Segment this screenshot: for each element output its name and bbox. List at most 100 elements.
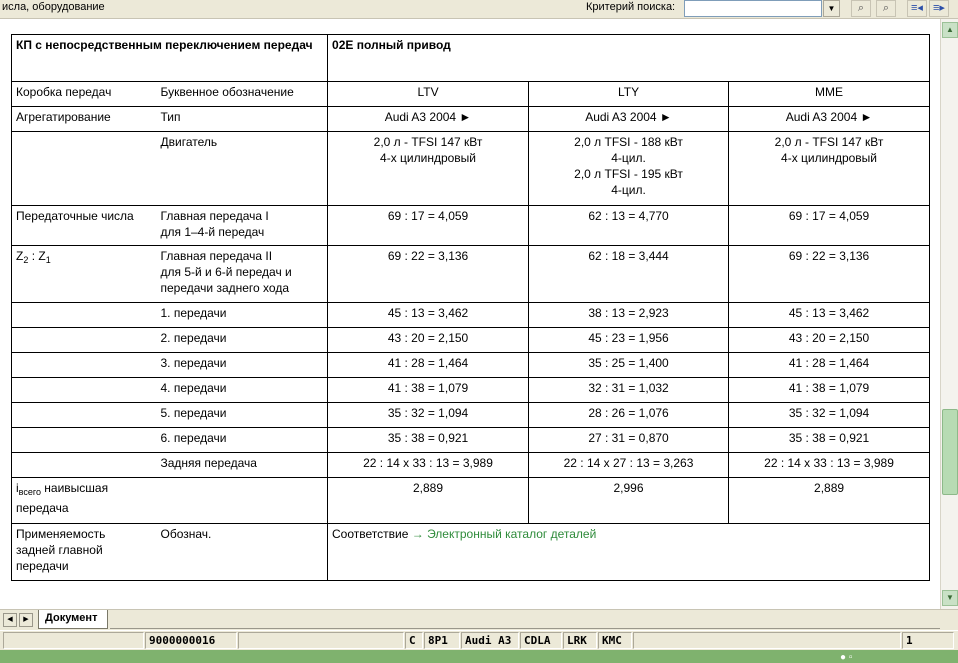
tab-next-button[interactable]: ▶ bbox=[19, 613, 33, 627]
search-criteria-input[interactable] bbox=[684, 0, 822, 17]
ratio-value: 69 : 22 = 3,136 bbox=[728, 245, 931, 303]
engine-value: 2,0 л - TFSI 147 кВт 4-х цилиндровый bbox=[728, 131, 931, 206]
tab-document[interactable]: Документ bbox=[38, 610, 109, 629]
ratio-value: 45 : 23 = 1,956 bbox=[528, 327, 730, 353]
find-button[interactable]: ⌕ bbox=[851, 0, 871, 17]
table-row: Передаточные числа Главная передача I дл… bbox=[11, 205, 931, 246]
tab-prev-button[interactable]: ◀ bbox=[3, 613, 17, 627]
ratio-value: 43 : 20 = 2,150 bbox=[327, 327, 530, 353]
list-back-icon: ≡◂ bbox=[911, 2, 923, 14]
ratio-value: 62 : 13 = 4,770 bbox=[528, 205, 730, 246]
row-sublabel: 5. передачи bbox=[156, 402, 329, 428]
status-empty bbox=[3, 632, 144, 649]
scroll-down-button[interactable]: ▼ bbox=[942, 590, 958, 606]
gearbox-code: LTV bbox=[327, 81, 530, 107]
tray-icon: ● ▫ bbox=[840, 652, 853, 663]
table-row: 4. передачи 41 : 38 = 1,079 32 : 31 = 1,… bbox=[11, 377, 931, 403]
status-empty bbox=[238, 632, 404, 649]
table-row: 5. передачи 35 : 32 = 1,094 28 : 26 = 1,… bbox=[11, 402, 931, 428]
nav-back-button[interactable]: ≡◂ bbox=[907, 0, 927, 17]
find-next-button[interactable]: ⌕ bbox=[876, 0, 896, 17]
arrow-up-icon: ▲ bbox=[946, 25, 954, 34]
table-row: Применяемость задней главной передачи Об… bbox=[11, 523, 931, 581]
status-field: Audi A3 bbox=[461, 632, 519, 649]
ratio-value: 27 : 31 = 0,870 bbox=[528, 427, 730, 453]
row-sublabel: Обознач. bbox=[156, 523, 329, 581]
row-sublabel: 4. передачи bbox=[156, 377, 329, 403]
search-label: Критерий поиска: bbox=[586, 1, 676, 13]
list-forward-icon: ≡▸ bbox=[933, 2, 945, 14]
header-gearbox-type: КП с непосредственным переключением пере… bbox=[10, 34, 329, 82]
vehicle-type-link[interactable]: Audi A3 2004 ► bbox=[327, 106, 530, 132]
ratio-value: 38 : 13 = 2,923 bbox=[528, 302, 730, 328]
scroll-thumb[interactable] bbox=[942, 409, 958, 495]
row-sublabel: 1. передачи bbox=[156, 302, 329, 328]
scroll-up-button[interactable]: ▲ bbox=[942, 22, 958, 38]
total-ratio-value: 2,889 bbox=[327, 477, 530, 524]
divider bbox=[110, 628, 940, 629]
arrow-down-icon: ▼ bbox=[946, 593, 954, 602]
status-field: 8P1 bbox=[424, 632, 460, 649]
row-label: Агрегатирование bbox=[11, 106, 157, 132]
row-sublabel: Главная передача I для 1–4-й передач bbox=[156, 205, 329, 246]
ratio-value: 32 : 31 = 1,032 bbox=[528, 377, 730, 403]
ratio-value: 69 : 17 = 4,059 bbox=[728, 205, 931, 246]
chevron-down-icon: ▼ bbox=[827, 4, 836, 13]
status-bar: 9000000016 C 8P1 Audi A3 CDLA LRK KMC 1 bbox=[0, 630, 958, 650]
system-tray: ● ▫ bbox=[840, 652, 852, 663]
binoculars-next-icon: ⌕ bbox=[882, 2, 890, 14]
row-sublabel: Двигатель bbox=[156, 131, 329, 206]
search-dropdown-button[interactable]: ▼ bbox=[823, 0, 840, 17]
ratio-value: 45 : 13 = 3,462 bbox=[327, 302, 530, 328]
taskbar: ● ▫ bbox=[0, 650, 958, 663]
binoculars-icon: ⌕ bbox=[857, 2, 865, 14]
sheet-tabs-bar: ◀ ▶ Документ bbox=[0, 609, 958, 630]
section-title: исла, оборудование bbox=[2, 1, 105, 13]
status-field: C bbox=[405, 632, 423, 649]
status-field: KMC bbox=[598, 632, 632, 649]
ratio-value: 35 : 32 = 1,094 bbox=[728, 402, 931, 428]
document-content: КП с непосредственным переключением пере… bbox=[0, 19, 940, 609]
ratio-value: 22 : 14 x 33 : 13 = 3,989 bbox=[728, 452, 931, 478]
arrow-left-icon: ◀ bbox=[7, 616, 13, 623]
ratio-value: 41 : 38 = 1,079 bbox=[728, 377, 931, 403]
ratio-value: 35 : 32 = 1,094 bbox=[327, 402, 530, 428]
ratio-value: 22 : 14 x 33 : 13 = 3,989 bbox=[327, 452, 530, 478]
table-row: iвсего наивысшая передача 2,889 2,996 2,… bbox=[10, 477, 931, 524]
row-label: Коробка передач bbox=[11, 81, 157, 107]
parts-catalog-link[interactable]: → Электронный каталог деталей bbox=[412, 527, 597, 541]
table-row: Коробка передач Буквенное обозначение LT… bbox=[11, 81, 931, 107]
ratio-value: 41 : 38 = 1,079 bbox=[327, 377, 530, 403]
vehicle-type-link[interactable]: Audi A3 2004 ► bbox=[728, 106, 931, 132]
table-header-row: КП с непосредственным переключением пере… bbox=[10, 34, 931, 82]
status-page: 1 bbox=[902, 632, 954, 649]
arrow-right-icon: ▶ bbox=[23, 616, 29, 623]
top-toolbar: исла, оборудование Критерий поиска: ▼ ⌕ … bbox=[0, 0, 958, 19]
table-row: Агрегатирование Тип Audi A3 2004 ► Audi … bbox=[11, 106, 931, 132]
row-sublabel: Тип bbox=[156, 106, 329, 132]
status-field: CDLA bbox=[520, 632, 562, 649]
status-empty bbox=[633, 632, 901, 649]
status-field: LRK bbox=[563, 632, 597, 649]
nav-forward-button[interactable]: ≡▸ bbox=[929, 0, 949, 17]
total-ratio-value: 2,889 bbox=[728, 477, 931, 524]
engine-value: 2,0 л TFSI - 188 кВт 4-цил. 2,0 л TFSI -… bbox=[528, 131, 730, 206]
table-row: Задняя передача 22 : 14 x 33 : 13 = 3,98… bbox=[11, 452, 931, 478]
ratio-value: 43 : 20 = 2,150 bbox=[728, 327, 931, 353]
ratio-value: 41 : 28 = 1,464 bbox=[728, 352, 931, 378]
ratio-value: 41 : 28 = 1,464 bbox=[327, 352, 530, 378]
row-sublabel: 2. передачи bbox=[156, 327, 329, 353]
ratio-value: 22 : 14 x 27 : 13 = 3,263 bbox=[528, 452, 730, 478]
ratio-value: 69 : 17 = 4,059 bbox=[327, 205, 530, 246]
status-number: 9000000016 bbox=[145, 632, 237, 649]
vehicle-type-link[interactable]: Audi A3 2004 ► bbox=[528, 106, 730, 132]
row-label: Z2 : Z1 bbox=[11, 245, 157, 303]
table-row: 1. передачи 45 : 13 = 3,462 38 : 13 = 2,… bbox=[11, 302, 931, 328]
table-row: Двигатель 2,0 л - TFSI 147 кВт 4-х цилин… bbox=[11, 131, 931, 206]
table-row: 2. передачи 43 : 20 = 2,150 45 : 23 = 1,… bbox=[11, 327, 931, 353]
row-sublabel: Буквенное обозначение bbox=[156, 81, 329, 107]
vertical-scrollbar[interactable]: ▲ ▼ bbox=[940, 19, 958, 609]
gearbox-spec-table: КП с непосредственным переключением пере… bbox=[10, 34, 931, 581]
row-sublabel: Главная передача II для 5-й и 6-й переда… bbox=[156, 245, 329, 303]
row-sublabel: Задняя передача bbox=[156, 452, 329, 478]
